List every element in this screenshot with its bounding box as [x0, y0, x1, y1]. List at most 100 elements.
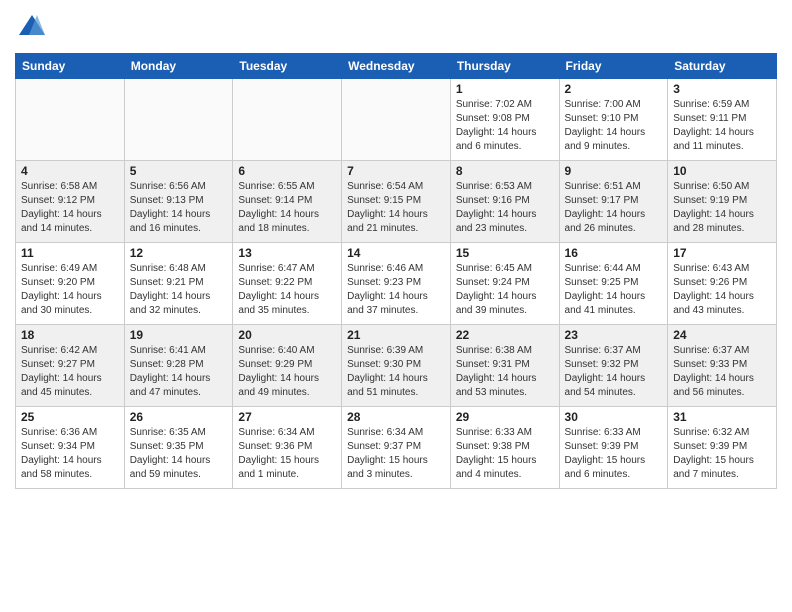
calendar-cell: 2 Sunrise: 7:00 AMSunset: 9:10 PMDaylight…: [559, 78, 668, 160]
day-info: Sunrise: 6:37 AMSunset: 9:33 PMDaylight:…: [673, 344, 771, 400]
day-number: 30: [565, 410, 663, 424]
page: SundayMondayTuesdayWednesdayThursdayFrid…: [0, 0, 792, 612]
day-number: 23: [565, 328, 663, 342]
day-number: 5: [130, 164, 228, 178]
day-number: 16: [565, 246, 663, 260]
calendar-cell: 8Sunrise: 6:53 AMSunset: 9:16 PMDaylight…: [450, 160, 559, 242]
calendar-week-4: 18Sunrise: 6:42 AMSunset: 9:27 PMDayligh…: [16, 324, 777, 406]
day-number: 31: [673, 410, 771, 424]
day-number: 27: [238, 410, 336, 424]
day-info: Sunrise: 6:53 AMSunset: 9:16 PMDaylight:…: [456, 180, 554, 236]
day-info: Sunrise: 6:45 AMSunset: 9:24 PMDaylight:…: [456, 262, 554, 318]
calendar-header-tuesday: Tuesday: [233, 53, 342, 78]
calendar-header-monday: Monday: [124, 53, 233, 78]
day-info: Sunrise: 6:54 AMSunset: 9:15 PMDaylight:…: [347, 180, 445, 236]
day-info: Sunrise: 6:35 AMSunset: 9:35 PMDaylight:…: [130, 426, 228, 482]
logo-text-block: [15, 10, 47, 45]
day-number: 4: [21, 164, 119, 178]
header: [15, 10, 777, 45]
calendar-header-friday: Friday: [559, 53, 668, 78]
day-number: 13: [238, 246, 336, 260]
day-number: 18: [21, 328, 119, 342]
day-info: Sunrise: 6:47 AMSunset: 9:22 PMDaylight:…: [238, 262, 336, 318]
calendar-cell: 1Sunrise: 7:02 AMSunset: 9:08 PMDaylight…: [450, 78, 559, 160]
calendar-header-thursday: Thursday: [450, 53, 559, 78]
calendar-table: SundayMondayTuesdayWednesdayThursdayFrid…: [15, 53, 777, 489]
day-info: Sunrise: 6:36 AMSunset: 9:34 PMDaylight:…: [21, 426, 119, 482]
day-number: 10: [673, 164, 771, 178]
day-number: 22: [456, 328, 554, 342]
day-number: 24: [673, 328, 771, 342]
day-info: Sunrise: 6:59 AMSunset: 9:11 PMDaylight:…: [673, 98, 771, 154]
day-info: Sunrise: 6:55 AMSunset: 9:14 PMDaylight:…: [238, 180, 336, 236]
calendar-cell: 31 Sunrise: 6:32 AMSunset: 9:39 PMDayligh…: [668, 406, 777, 488]
calendar-week-5: 25 Sunrise: 6:36 AMSunset: 9:34 PMDayligh…: [16, 406, 777, 488]
day-number: 7: [347, 164, 445, 178]
calendar-cell: [342, 78, 451, 160]
day-info: Sunrise: 6:39 AMSunset: 9:30 PMDaylight:…: [347, 344, 445, 400]
day-info: Sunrise: 6:40 AMSunset: 9:29 PMDaylight:…: [238, 344, 336, 400]
calendar-cell: 23Sunrise: 6:37 AMSunset: 9:32 PMDayligh…: [559, 324, 668, 406]
calendar-header-wednesday: Wednesday: [342, 53, 451, 78]
day-number: 25: [21, 410, 119, 424]
logo: [15, 10, 47, 45]
calendar-cell: 22Sunrise: 6:38 AMSunset: 9:31 PMDayligh…: [450, 324, 559, 406]
day-info: Sunrise: 6:50 AMSunset: 9:19 PMDaylight:…: [673, 180, 771, 236]
day-info: Sunrise: 6:49 AMSunset: 9:20 PMDaylight:…: [21, 262, 119, 318]
calendar-cell: 21 Sunrise: 6:39 AMSunset: 9:30 PMDayligh…: [342, 324, 451, 406]
calendar-header-saturday: Saturday: [668, 53, 777, 78]
calendar-cell: [16, 78, 125, 160]
calendar-cell: 5 Sunrise: 6:56 AMSunset: 9:13 PMDaylight…: [124, 160, 233, 242]
day-info: Sunrise: 6:32 AMSunset: 9:39 PMDaylight:…: [673, 426, 771, 482]
day-info: Sunrise: 6:33 AMSunset: 9:39 PMDaylight:…: [565, 426, 663, 482]
day-info: Sunrise: 6:33 AMSunset: 9:38 PMDaylight:…: [456, 426, 554, 482]
calendar-header-row: SundayMondayTuesdayWednesdayThursdayFrid…: [16, 53, 777, 78]
calendar-cell: 19 Sunrise: 6:41 AMSunset: 9:28 PMDayligh…: [124, 324, 233, 406]
day-number: 2: [565, 82, 663, 96]
calendar-cell: 4 Sunrise: 6:58 AMSunset: 9:12 PMDaylight…: [16, 160, 125, 242]
calendar-cell: 9Sunrise: 6:51 AMSunset: 9:17 PMDaylight…: [559, 160, 668, 242]
day-info: Sunrise: 6:46 AMSunset: 9:23 PMDaylight:…: [347, 262, 445, 318]
day-info: Sunrise: 6:41 AMSunset: 9:28 PMDaylight:…: [130, 344, 228, 400]
day-info: Sunrise: 6:34 AMSunset: 9:37 PMDaylight:…: [347, 426, 445, 482]
day-number: 21: [347, 328, 445, 342]
calendar-cell: 15Sunrise: 6:45 AMSunset: 9:24 PMDayligh…: [450, 242, 559, 324]
day-info: Sunrise: 6:43 AMSunset: 9:26 PMDaylight:…: [673, 262, 771, 318]
calendar-cell: 18Sunrise: 6:42 AMSunset: 9:27 PMDayligh…: [16, 324, 125, 406]
day-info: Sunrise: 6:44 AMSunset: 9:25 PMDaylight:…: [565, 262, 663, 318]
calendar-cell: 12Sunrise: 6:48 AMSunset: 9:21 PMDayligh…: [124, 242, 233, 324]
day-info: Sunrise: 6:56 AMSunset: 9:13 PMDaylight:…: [130, 180, 228, 236]
calendar-cell: [124, 78, 233, 160]
day-number: 29: [456, 410, 554, 424]
calendar-cell: 26 Sunrise: 6:35 AMSunset: 9:35 PMDayligh…: [124, 406, 233, 488]
calendar-header-sunday: Sunday: [16, 53, 125, 78]
day-number: 20: [238, 328, 336, 342]
calendar-cell: 6 Sunrise: 6:55 AMSunset: 9:14 PMDaylight…: [233, 160, 342, 242]
day-number: 3: [673, 82, 771, 96]
day-number: 28: [347, 410, 445, 424]
day-number: 26: [130, 410, 228, 424]
calendar-cell: 14Sunrise: 6:46 AMSunset: 9:23 PMDayligh…: [342, 242, 451, 324]
calendar-cell: 3 Sunrise: 6:59 AMSunset: 9:11 PMDaylight…: [668, 78, 777, 160]
calendar-cell: 25 Sunrise: 6:36 AMSunset: 9:34 PMDayligh…: [16, 406, 125, 488]
day-number: 17: [673, 246, 771, 260]
calendar-cell: 30 Sunrise: 6:33 AMSunset: 9:39 PMDayligh…: [559, 406, 668, 488]
logo-triangle-icon: [17, 10, 47, 40]
calendar-week-2: 4 Sunrise: 6:58 AMSunset: 9:12 PMDaylight…: [16, 160, 777, 242]
day-info: Sunrise: 6:34 AMSunset: 9:36 PMDaylight:…: [238, 426, 336, 482]
calendar-cell: 13 Sunrise: 6:47 AMSunset: 9:22 PMDayligh…: [233, 242, 342, 324]
calendar-cell: [233, 78, 342, 160]
calendar-week-1: 1Sunrise: 7:02 AMSunset: 9:08 PMDaylight…: [16, 78, 777, 160]
day-info: Sunrise: 6:48 AMSunset: 9:21 PMDaylight:…: [130, 262, 228, 318]
day-number: 1: [456, 82, 554, 96]
calendar-week-3: 11Sunrise: 6:49 AMSunset: 9:20 PMDayligh…: [16, 242, 777, 324]
calendar-cell: 20 Sunrise: 6:40 AMSunset: 9:29 PMDayligh…: [233, 324, 342, 406]
calendar-cell: 17 Sunrise: 6:43 AMSunset: 9:26 PMDayligh…: [668, 242, 777, 324]
calendar-cell: 11Sunrise: 6:49 AMSunset: 9:20 PMDayligh…: [16, 242, 125, 324]
day-number: 6: [238, 164, 336, 178]
calendar-cell: 27 Sunrise: 6:34 AMSunset: 9:36 PMDayligh…: [233, 406, 342, 488]
day-info: Sunrise: 6:58 AMSunset: 9:12 PMDaylight:…: [21, 180, 119, 236]
calendar-cell: 16 Sunrise: 6:44 AMSunset: 9:25 PMDayligh…: [559, 242, 668, 324]
day-number: 19: [130, 328, 228, 342]
day-info: Sunrise: 7:00 AMSunset: 9:10 PMDaylight:…: [565, 98, 663, 154]
